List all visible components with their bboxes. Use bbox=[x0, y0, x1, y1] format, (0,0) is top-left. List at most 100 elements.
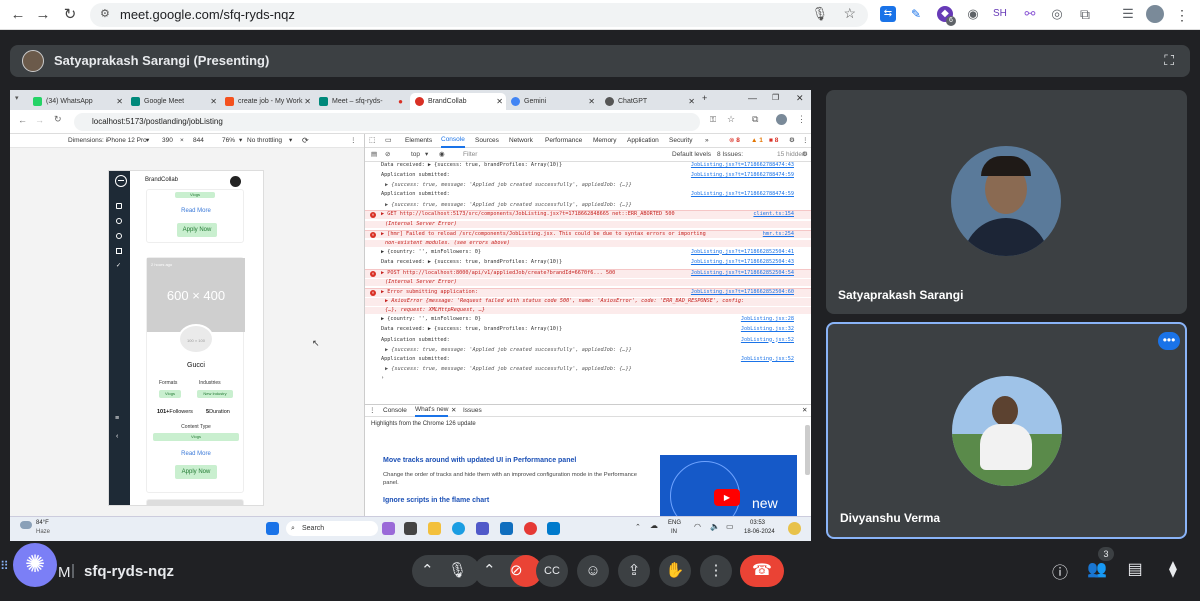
taskbar-search: ⌕ Search bbox=[286, 521, 378, 536]
profile-initials[interactable]: SH bbox=[993, 8, 1007, 19]
activities-icon[interactable]: ⧫ bbox=[1161, 559, 1185, 579]
console-error-line: × ▶ POST http://localhost:8000/api/v1/app… bbox=[365, 269, 811, 278]
console-source-link: JobListing.jsx?t=1718662852504:43 bbox=[690, 258, 794, 265]
chevron-up-icon[interactable]: ⌃ bbox=[421, 562, 434, 579]
more-options-icon[interactable]: ••• bbox=[1158, 332, 1180, 350]
apply-now-button: Apply Now bbox=[177, 223, 217, 237]
fullscreen-icon[interactable]: ⛶ bbox=[1164, 52, 1174, 69]
console-log-line: ▶ {success: true, message: 'Applied job … bbox=[385, 365, 632, 372]
info-icon[interactable]: ⓘ bbox=[1048, 559, 1072, 583]
weather-icon bbox=[20, 521, 32, 529]
emoji-icon[interactable]: ☺ bbox=[585, 562, 600, 579]
puzzle-icon[interactable]: ⧉ bbox=[1077, 6, 1093, 22]
error-icon: × bbox=[370, 271, 376, 277]
people-icon[interactable]: 👥 bbox=[1085, 559, 1109, 579]
console-error-line: non-existent modules. (see errors above) bbox=[365, 239, 811, 247]
address-bar[interactable]: ⚙ meet.google.com/sfq-ryds-nqz 🎙 ☆ bbox=[90, 3, 868, 27]
console-source-link: JobListing.jsx:32 bbox=[740, 326, 794, 333]
present-button[interactable]: ⇪ bbox=[618, 555, 650, 587]
address-text: meet.google.com/sfq-ryds-nqz bbox=[120, 7, 295, 22]
activity-icon[interactable]: ✺ bbox=[13, 543, 57, 587]
check-icon: ✓ bbox=[116, 263, 122, 269]
error-icon: × bbox=[370, 231, 376, 238]
whats-new-title: Move tracks around with updated UI in Pe… bbox=[383, 457, 577, 464]
shared-url: localhost:5173/postlanding/jobListing bbox=[74, 113, 700, 131]
console-log-line: ▶ {country: '', minFollowers: 0} JobListi… bbox=[381, 316, 794, 323]
more-menu-icon[interactable]: ⋮ bbox=[1172, 5, 1192, 25]
console-log-line: ▶ {success: true, message: 'Applied job … bbox=[385, 201, 632, 208]
shared-address-bar: ← → ↻ localhost:5173/postlanding/jobList… bbox=[10, 110, 811, 134]
drawer-tabs: ⋮ Console What's new ✕ Issues ✕ bbox=[365, 405, 811, 417]
chat-icon[interactable]: ▤ bbox=[1123, 559, 1147, 579]
leave-call-button[interactable]: ☎ bbox=[740, 555, 784, 587]
home-icon bbox=[116, 203, 122, 209]
participant-tile[interactable]: Satyaprakash Sarangi bbox=[826, 90, 1187, 314]
shared-tab: (34) WhatsApp ✕ bbox=[28, 93, 126, 110]
audio-options-button[interactable]: ⌃ 🎙 bbox=[412, 555, 480, 587]
present-screen-icon[interactable]: ⇪ bbox=[628, 562, 641, 579]
back-arrow-icon[interactable]: ← bbox=[8, 5, 28, 25]
reading-list-icon[interactable]: ☰ bbox=[1120, 6, 1136, 22]
device-dimensions: Dimensions: iPhone 12 Pro bbox=[68, 137, 147, 144]
participant-name: Divyanshu Verma bbox=[840, 511, 941, 525]
vscode-icon bbox=[547, 522, 560, 535]
console-source-link: hmr.ts:254 bbox=[762, 230, 794, 237]
captions-button[interactable]: CC bbox=[536, 555, 568, 587]
console-log-line: ▶ {country: '', minFollowers: 0} JobListi… bbox=[381, 248, 794, 255]
console-error-line: (Internal Server Error) bbox=[365, 220, 811, 228]
device-toolbar: Dimensions: iPhone 12 Pro ▾ 390 × 844 76… bbox=[10, 134, 364, 148]
taskbar-app-icon bbox=[382, 522, 395, 535]
bookmark-star-icon[interactable]: ☆ bbox=[843, 5, 856, 22]
document-icon bbox=[116, 248, 122, 254]
hang-up-icon[interactable]: ☎ bbox=[752, 562, 772, 579]
clear-console-icon: ⊘ bbox=[385, 151, 391, 158]
microphone-icon[interactable]: 🎙 bbox=[811, 6, 828, 22]
folder-icon bbox=[428, 522, 441, 535]
tray-chevron-icon: ⌃ bbox=[635, 524, 641, 531]
console-error-line: × ▶ GET http://localhost:5173/src/compone… bbox=[365, 210, 811, 219]
store-icon bbox=[500, 522, 513, 535]
cursor-icon: ↖ bbox=[312, 338, 320, 348]
console-log-line: Data received: ▶ {success: true, brandPr… bbox=[381, 162, 794, 168]
grid-dots-icon: ⠿ bbox=[0, 559, 9, 573]
app-sidebar: ✓ ≡ ‹ bbox=[109, 171, 130, 505]
console-log-line: › bbox=[381, 374, 385, 381]
forward-arrow-icon[interactable]: → bbox=[33, 5, 53, 25]
video-options-button[interactable]: ⌃ ⊘ bbox=[474, 555, 542, 587]
pen-icon[interactable]: ✎ bbox=[908, 6, 924, 22]
devtools-drawer: ⋮ Console What's new ✕ Issues ✕ Highligh… bbox=[364, 404, 811, 531]
extension-icon[interactable]: ⚯ bbox=[1022, 6, 1038, 22]
search-icon: ⌕ bbox=[291, 525, 295, 532]
shared-screen: ▾ (34) WhatsApp ✕ Google Meet ✕ create job… bbox=[10, 90, 811, 541]
tab-search-icon: ▾ bbox=[15, 95, 19, 102]
console-error-line: × ▶ [hmr] Failed to reload /src/component… bbox=[365, 229, 811, 239]
scrollbar bbox=[805, 425, 810, 475]
chevron-up-icon[interactable]: ⌃ bbox=[483, 562, 496, 579]
participant-tile-active[interactable]: ••• Divyanshu Verma bbox=[826, 322, 1187, 539]
meeting-controls: ⠿ ✺ M sfq-ryds-nqz ⌃ 🎙 ⌃ ⊘ CC ☺ ⇪ ✋ ⋮ ☎ ⓘ … bbox=[0, 541, 1200, 601]
reload-icon[interactable]: ↻ bbox=[60, 5, 80, 25]
more-vert-icon[interactable]: ⋮ bbox=[709, 562, 724, 579]
whats-new-title: Ignore scripts in the flame chart bbox=[383, 497, 490, 504]
user-avatar bbox=[230, 176, 241, 187]
new-tab-icon: + bbox=[702, 93, 708, 103]
forward-arrow-icon: → bbox=[35, 115, 44, 125]
raise-hand-button[interactable]: ✋ bbox=[659, 555, 691, 587]
site-info-icon[interactable]: ⚙ bbox=[100, 7, 110, 20]
play-button-icon: ▶ bbox=[714, 489, 740, 506]
shared-tab: ChatGPT ✕ bbox=[600, 93, 698, 110]
camera-icon[interactable]: ◉ bbox=[965, 6, 981, 22]
console-source-link: JobListing.jsx:28 bbox=[740, 316, 794, 323]
profile-avatar[interactable] bbox=[1146, 5, 1164, 23]
more-options-button[interactable]: ⋮ bbox=[700, 555, 732, 587]
console-source-link: JobListing.jsx?t=1718662852504:60 bbox=[690, 289, 794, 296]
menu-icon: ≡ bbox=[115, 415, 120, 422]
emoji-button[interactable]: ☺ bbox=[577, 555, 609, 587]
extension-icon[interactable]: ◎ bbox=[1049, 6, 1065, 22]
console-log-line: Application submitted: JobListing.jsx?t=1… bbox=[381, 191, 794, 198]
captions-icon[interactable]: CC bbox=[544, 565, 560, 577]
extension-icon[interactable]: ⇆ bbox=[880, 6, 896, 22]
inspect-icon: ⬚ bbox=[369, 137, 376, 144]
hand-icon[interactable]: ✋ bbox=[666, 562, 685, 579]
settings-icon: ⚙ bbox=[789, 137, 795, 144]
